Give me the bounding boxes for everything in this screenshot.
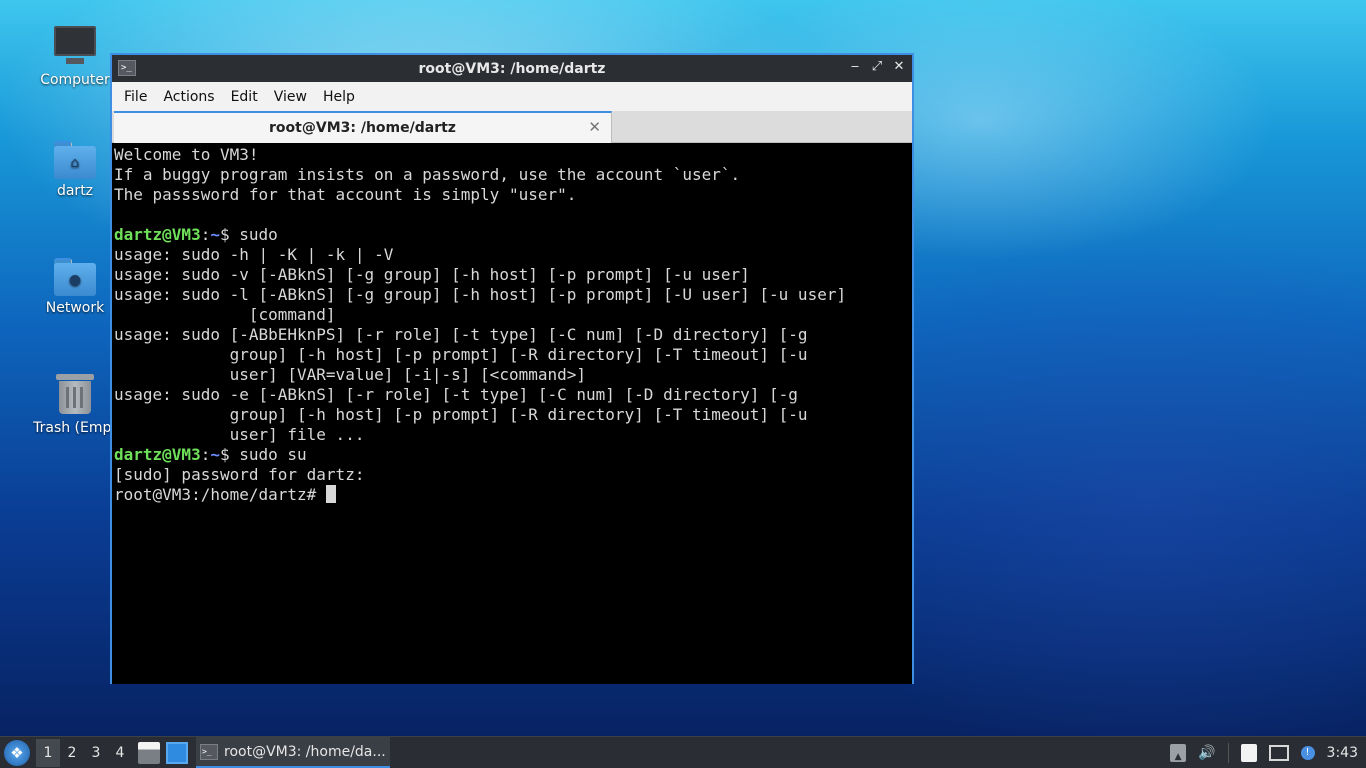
window-titlebar[interactable]: >_ root@VM3: /home/dartz ‒ ⤢ ✕	[112, 55, 912, 82]
terminal-text: usage: sudo -e [-ABknS] [-r role] [-t ty…	[114, 385, 798, 404]
tab-bar: root@VM3: /home/dartz ✕	[112, 111, 912, 143]
menu-edit[interactable]: Edit	[223, 89, 266, 105]
terminal-line: group] [-h host] [-p prompt] [-R directo…	[114, 345, 910, 365]
workspace-2[interactable]: 2	[60, 739, 84, 767]
text-cursor	[325, 485, 336, 503]
terminal-text: The passsword for that account is simply…	[114, 185, 577, 204]
terminal-line: root@VM3:/home/dartz#	[114, 485, 910, 505]
show-desktop-icon[interactable]	[166, 741, 188, 764]
display-icon[interactable]	[1268, 744, 1289, 761]
menu-actions[interactable]: Actions	[155, 89, 222, 105]
taskbar-task-terminal[interactable]: >_ root@VM3: /home/da...	[196, 737, 390, 768]
terminal-line: [command]	[114, 305, 910, 325]
terminal-text: group] [-h host] [-p prompt] [-R directo…	[114, 345, 808, 364]
computer-icon	[54, 24, 96, 68]
terminal-text: [sudo] password for dartz:	[114, 465, 365, 484]
terminal-text: $ sudo su	[219, 445, 307, 464]
volume-icon[interactable]: 🔊	[1198, 745, 1215, 761]
terminal-line: Welcome to VM3!	[114, 145, 910, 165]
prompt-separator: :	[200, 225, 211, 244]
terminal-text: [command]	[114, 305, 336, 324]
terminal-text: usage: sudo [-ABbEHknPS] [-r role] [-t t…	[114, 325, 808, 344]
terminal-text: $ sudo	[219, 225, 278, 244]
workspace-1[interactable]: 1	[36, 738, 60, 767]
terminal-line: [sudo] password for dartz:	[114, 465, 910, 485]
menu-view[interactable]: View	[266, 89, 315, 105]
clipboard-icon[interactable]	[1240, 743, 1257, 762]
close-button[interactable]: ✕	[892, 59, 906, 74]
workspace-3[interactable]: 3	[84, 739, 108, 767]
menu-bar: File Actions Edit View Help	[112, 82, 912, 111]
terminal-line: dartz@VM3:~$ sudo	[114, 225, 910, 245]
prompt-path: ~	[210, 225, 220, 244]
prompt-path: ~	[210, 445, 220, 464]
home-folder-icon: ⌂	[54, 141, 96, 179]
terminal-line: usage: sudo -h | -K | -k | -V	[114, 245, 910, 265]
notification-icon[interactable]: !	[1300, 745, 1315, 760]
tab-close-icon[interactable]: ✕	[588, 118, 601, 136]
system-tray: ▲ 🔊 ! 3:43	[1170, 742, 1366, 763]
terminal-line: group] [-h host] [-p prompt] [-R directo…	[114, 405, 910, 425]
terminal-window[interactable]: >_ root@VM3: /home/dartz ‒ ⤢ ✕ File Acti…	[110, 53, 914, 684]
terminal-task-icon: >_	[200, 743, 218, 760]
terminal-text: root@VM3:/home/dartz#	[114, 485, 326, 504]
terminal-text: user] [VAR=value] [-i|-s] [<command>]	[114, 365, 587, 384]
terminal-text: usage: sudo -h | -K | -k | -V	[114, 245, 394, 264]
tab-terminal[interactable]: root@VM3: /home/dartz ✕	[114, 111, 612, 143]
network-folder-icon: ●	[54, 258, 96, 296]
trash-icon	[56, 372, 94, 416]
terminal-output[interactable]: Welcome to VM3! If a buggy program insist…	[112, 143, 912, 684]
taskbar: ❖ 1 2 3 4 >_ root@VM3: /home/da... ▲ 🔊 !…	[0, 736, 1366, 768]
terminal-line: usage: sudo -v [-ABknS] [-g group] [-h h…	[114, 265, 910, 285]
start-menu-button[interactable]: ❖	[4, 739, 30, 766]
task-label: root@VM3: /home/da...	[224, 743, 386, 760]
terminal-line: usage: sudo [-ABbEHknPS] [-r role] [-t t…	[114, 325, 910, 345]
terminal-text: usage: sudo -v [-ABknS] [-g group] [-h h…	[114, 265, 750, 284]
desktop-icon-label: Trash (Empt	[33, 420, 117, 436]
tab-title: root@VM3: /home/dartz	[269, 120, 456, 136]
terminal-line: usage: sudo -e [-ABknS] [-r role] [-t ty…	[114, 385, 910, 405]
terminal-line: user] file ...	[114, 425, 910, 445]
minimize-button[interactable]: ‒	[848, 59, 862, 74]
terminal-line: If a buggy program insists on a password…	[114, 165, 910, 185]
desktop-icon-label: dartz	[56, 183, 94, 199]
maximize-button[interactable]: ⤢	[870, 59, 884, 74]
file-manager-launcher-icon[interactable]	[138, 741, 160, 764]
terminal-line: dartz@VM3:~$ sudo su	[114, 445, 910, 465]
clock[interactable]: 3:43	[1327, 745, 1358, 761]
menu-file[interactable]: File	[116, 89, 155, 105]
window-title: root@VM3: /home/dartz	[418, 60, 606, 77]
terminal-line: user] [VAR=value] [-i|-s] [<command>]	[114, 365, 910, 385]
menu-help[interactable]: Help	[315, 89, 363, 105]
desktop-icon-label: Network	[45, 300, 105, 316]
terminal-text: group] [-h host] [-p prompt] [-R directo…	[114, 405, 808, 424]
terminal-text: Welcome to VM3!	[114, 145, 259, 164]
tray-divider	[1227, 742, 1229, 763]
terminal-text: If a buggy program insists on a password…	[114, 165, 741, 184]
workspace-switcher: 1 2 3 4	[36, 738, 132, 767]
desktop-icon-label: Computer	[40, 72, 110, 88]
tray-up-icon[interactable]: ▲	[1170, 743, 1187, 762]
prompt-user: dartz@VM3	[114, 225, 201, 244]
terminal-line: The passsword for that account is simply…	[114, 185, 910, 205]
terminal-text: usage: sudo -l [-ABknS] [-g group] [-h h…	[114, 285, 847, 304]
terminal-text: user] file ...	[114, 425, 365, 444]
prompt-user: dartz@VM3	[114, 445, 201, 464]
terminal-line: usage: sudo -l [-ABknS] [-g group] [-h h…	[114, 285, 910, 305]
workspace-4[interactable]: 4	[108, 739, 132, 767]
terminal-app-icon[interactable]: >_	[118, 60, 136, 76]
prompt-separator: :	[200, 445, 211, 464]
